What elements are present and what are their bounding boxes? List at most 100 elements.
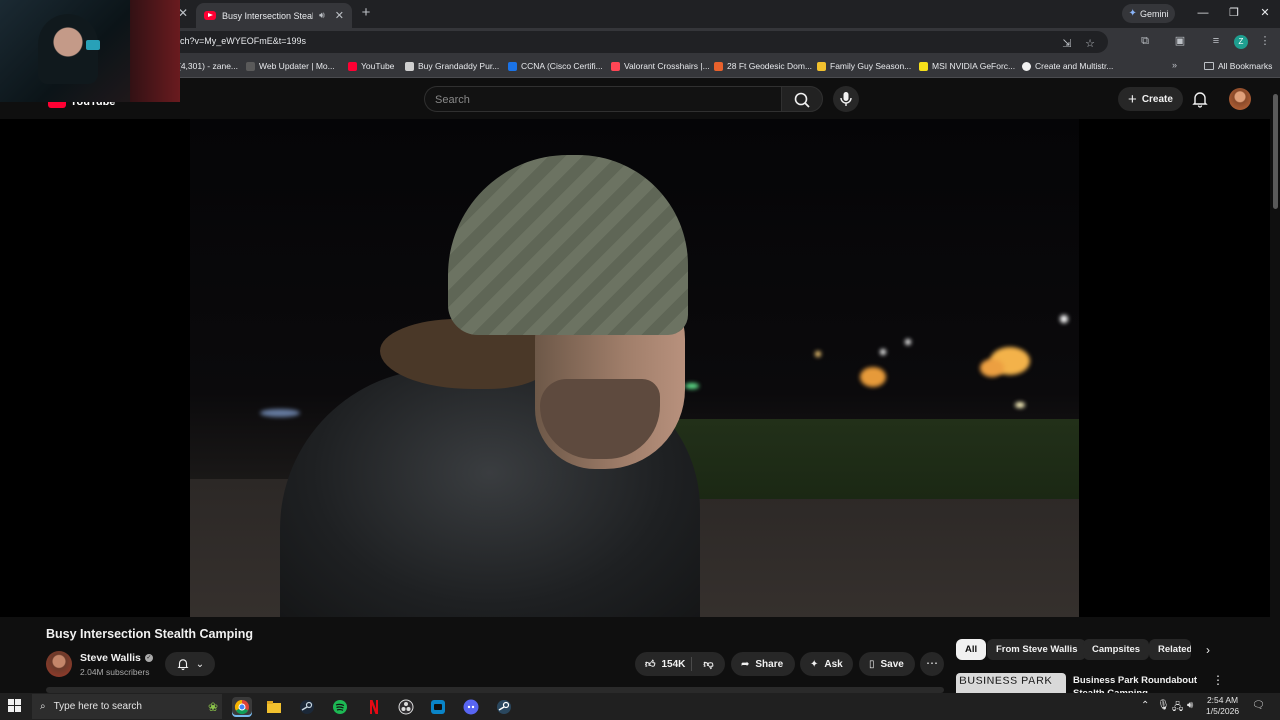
network-icon[interactable]: 🖧 xyxy=(1172,700,1183,717)
subscriber-count: 2.04M subscribers xyxy=(80,667,150,677)
more-actions-button[interactable]: ⋯ xyxy=(920,652,944,676)
windows-taskbar: ⌕ Type here to search ❀ ⌃ 🎙︎ 🖧 🔊︎ 2:54 A… xyxy=(0,693,1280,720)
discord-icon xyxy=(463,699,479,715)
scrollbar-thumb[interactable] xyxy=(1273,94,1278,209)
minimize-icon[interactable]: — xyxy=(1193,4,1213,22)
bookmark-item[interactable]: MSI NVIDIA GeForc... xyxy=(919,61,1015,71)
video-light xyxy=(880,349,886,355)
search-input[interactable] xyxy=(435,92,765,108)
kebab-menu-icon[interactable]: ⋮ xyxy=(1212,673,1224,689)
close-tab-icon[interactable]: ✕ xyxy=(335,9,344,22)
video-frame xyxy=(190,119,1079,617)
chip-related[interactable]: Related xyxy=(1149,639,1191,660)
thumbnail-text: BUSINESS PARK xyxy=(959,675,1053,687)
channel-avatar[interactable] xyxy=(46,651,72,677)
video-light xyxy=(815,351,821,357)
chevron-right-icon[interactable]: › xyxy=(1200,642,1216,658)
volume-icon[interactable]: 🔊︎ xyxy=(1187,700,1193,711)
video-light xyxy=(685,383,699,389)
bookmark-item[interactable]: Create and Multistr... xyxy=(1022,61,1113,71)
speaker-icon[interactable]: 🔊︎ xyxy=(319,10,325,21)
video-light xyxy=(860,367,886,387)
obs-app[interactable] xyxy=(396,697,416,717)
media-controls-icon[interactable]: ≡ xyxy=(1208,33,1224,49)
chip-from-channel[interactable]: From Steve Wallis xyxy=(987,639,1087,660)
system-clock[interactable]: 2:54 AM 1/5/2026 xyxy=(1206,695,1239,717)
page-scrollbar[interactable] xyxy=(1271,80,1280,693)
clock-date: 1/5/2026 xyxy=(1206,706,1240,716)
extensions-icon[interactable]: ⧉ xyxy=(1137,33,1153,49)
search-button[interactable] xyxy=(781,86,823,112)
recommendation-thumbnail[interactable]: BUSINESS PARK xyxy=(956,673,1066,693)
restore-icon[interactable]: ❐ xyxy=(1224,4,1244,22)
chevron-up-icon[interactable]: ⌃ xyxy=(1141,700,1149,711)
video-player[interactable] xyxy=(0,119,1270,617)
bookmark-item[interactable]: YouTube xyxy=(348,61,394,71)
bookmark-favicon-icon xyxy=(1022,61,1031,71)
bookmark-item[interactable]: Web Updater | Mo... xyxy=(246,61,335,71)
discord-app[interactable] xyxy=(461,697,481,717)
thumbs-down-icon[interactable]: 👎︎ xyxy=(703,658,713,670)
window-close-icon[interactable]: ✕ xyxy=(1255,4,1275,22)
all-bookmarks-button[interactable]: All Bookmarks xyxy=(1204,61,1272,71)
steam-app[interactable] xyxy=(297,697,317,717)
video-title: Busy Intersection Stealth Camping xyxy=(46,627,253,641)
notifications-button[interactable] xyxy=(1190,89,1210,109)
steam-icon xyxy=(300,700,314,714)
voice-search-button[interactable] xyxy=(833,86,859,112)
install-app-icon[interactable]: ⇲ xyxy=(1059,36,1075,52)
recommendation-title[interactable]: Business Park Roundabout Stealth Camping xyxy=(1073,674,1203,693)
profile-avatar[interactable]: Z xyxy=(1234,35,1248,49)
chevron-down-icon: ⌄ xyxy=(195,658,205,670)
search-box xyxy=(424,86,781,112)
create-button[interactable]: + Create xyxy=(1118,87,1183,111)
active-tab[interactable]: Busy Intersection Stealth Camping 🔊︎ ✕ xyxy=(196,3,352,28)
chip-all[interactable]: All xyxy=(956,639,987,660)
windows-start-button[interactable] xyxy=(8,699,22,713)
channel-name-link[interactable]: Steve Wallis ✓ xyxy=(80,652,153,664)
webcam-overlay xyxy=(0,0,180,102)
bookmark-label: Buy Grandaddy Pur... xyxy=(418,61,500,71)
search-icon: ⌕ xyxy=(40,701,46,712)
spotify-icon xyxy=(333,700,347,714)
new-tab-button[interactable]: + xyxy=(358,5,374,21)
microphone-icon xyxy=(840,92,852,106)
url-text[interactable]: ch?v=My_eWYEOFmE&t=199s xyxy=(180,36,306,46)
bookmark-star-icon[interactable]: ☆ xyxy=(1082,36,1098,52)
save-button[interactable]: ▯ Save xyxy=(859,652,915,676)
bookmark-item[interactable]: Buy Grandaddy Pur... xyxy=(405,61,499,71)
spotify-app[interactable] xyxy=(330,697,350,717)
kebab-menu-icon[interactable]: ⋮ xyxy=(1257,33,1273,49)
bookmark-item[interactable]: Valorant Crosshairs |... xyxy=(611,61,710,71)
account-avatar[interactable] xyxy=(1229,88,1251,110)
file-explorer-app[interactable] xyxy=(264,697,284,717)
bookmark-item[interactable]: CCNA (Cisco Certifi... xyxy=(508,61,603,71)
chip-campsites[interactable]: Campsites xyxy=(1083,639,1150,660)
side-panel-icon[interactable]: ▣ xyxy=(1172,33,1188,49)
streamlabs-app[interactable] xyxy=(428,697,448,717)
microphone-icon[interactable]: 🎙︎ xyxy=(1157,700,1170,711)
youtube-masthead: YouTube + Create xyxy=(0,79,1280,119)
netflix-app[interactable] xyxy=(363,697,383,717)
bookmark-item[interactable]: 28 Ft Geodesic Dom... xyxy=(714,61,812,71)
notification-center-icon[interactable]: 🗨︎ xyxy=(1252,700,1265,711)
thumbs-up-icon[interactable]: 👍︎ xyxy=(645,658,655,670)
like-count[interactable]: 154K xyxy=(661,659,685,670)
folder-icon xyxy=(267,701,281,713)
chevron-right-icon[interactable]: » xyxy=(1172,60,1177,70)
verified-check-icon: ✓ xyxy=(144,654,153,662)
steam-app-2[interactable] xyxy=(494,697,514,717)
ask-button[interactable]: ✦ Ask xyxy=(800,652,853,676)
subscribed-notifications-button[interactable]: ⌄ xyxy=(165,652,215,676)
bookmark-favicon-icon xyxy=(714,61,723,71)
chrome-app[interactable] xyxy=(232,697,252,717)
bookmark-item[interactable]: (4,301) - zane... xyxy=(178,61,238,71)
share-button[interactable]: ➦ Share xyxy=(731,652,795,676)
browser-toolbar: ch?v=My_eWYEOFmE&t=199s ☆ ⇲ ⧉ ▣ ≡ Z ⋮ xyxy=(0,28,1280,56)
taskbar-search[interactable]: ⌕ Type here to search ❀ xyxy=(32,694,222,719)
tab-title: Busy Intersection Stealth Camping xyxy=(222,10,314,21)
address-bar[interactable]: ch?v=My_eWYEOFmE&t=199s ☆ ⇲ xyxy=(170,31,1108,53)
folder-icon xyxy=(1204,62,1214,70)
gemini-button[interactable]: ✦ Gemini xyxy=(1122,4,1175,23)
bookmark-item[interactable]: Family Guy Season... xyxy=(817,61,911,71)
